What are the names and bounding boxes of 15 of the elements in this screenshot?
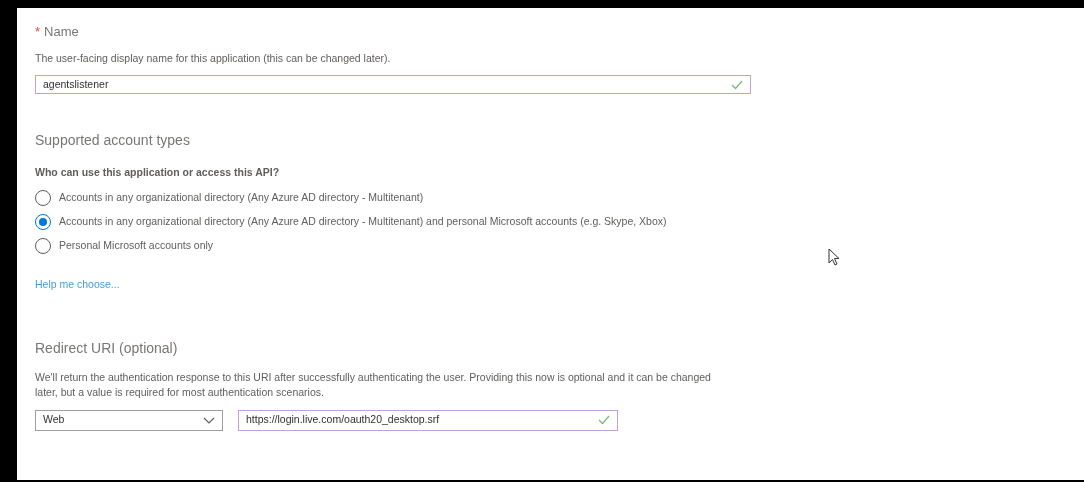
required-asterisk: * xyxy=(35,23,41,41)
section-heading: Supported account types xyxy=(35,131,191,151)
chevron-down-icon xyxy=(203,416,215,424)
field-description: The user-facing display name for this application (this can be changed later). xyxy=(35,50,392,66)
name-input[interactable]: agentslistener xyxy=(35,75,751,95)
redirect-uri-input[interactable]: https://login.live.com/oauth20_desktop.srf xyxy=(238,409,618,431)
platform-dropdown[interactable]: Web xyxy=(35,409,223,431)
radio-option[interactable]: Personal Microsoft accounts only xyxy=(35,237,214,255)
mouse-pointer-icon xyxy=(828,248,840,266)
field-label: Name xyxy=(44,23,79,41)
field-description: We'll return the authentication response to this URI after successfully authenticating the user. Providing this now is optional and it can be changed later, but a value is required for most authentication scenarios. xyxy=(35,369,712,400)
section-heading: Redirect URI (optional) xyxy=(35,338,179,358)
radio-option[interactable]: Accounts in any organizational directory (Any Azure AD directory - Multitenant) xyxy=(35,189,424,207)
radio-option[interactable]: Accounts in any organizational directory (Any Azure AD directory - Multitenant) and personal Microsoft accounts (e.g. Skype, Xbox) xyxy=(35,213,667,231)
question-label: Who can use this application or access this API? xyxy=(35,165,281,181)
